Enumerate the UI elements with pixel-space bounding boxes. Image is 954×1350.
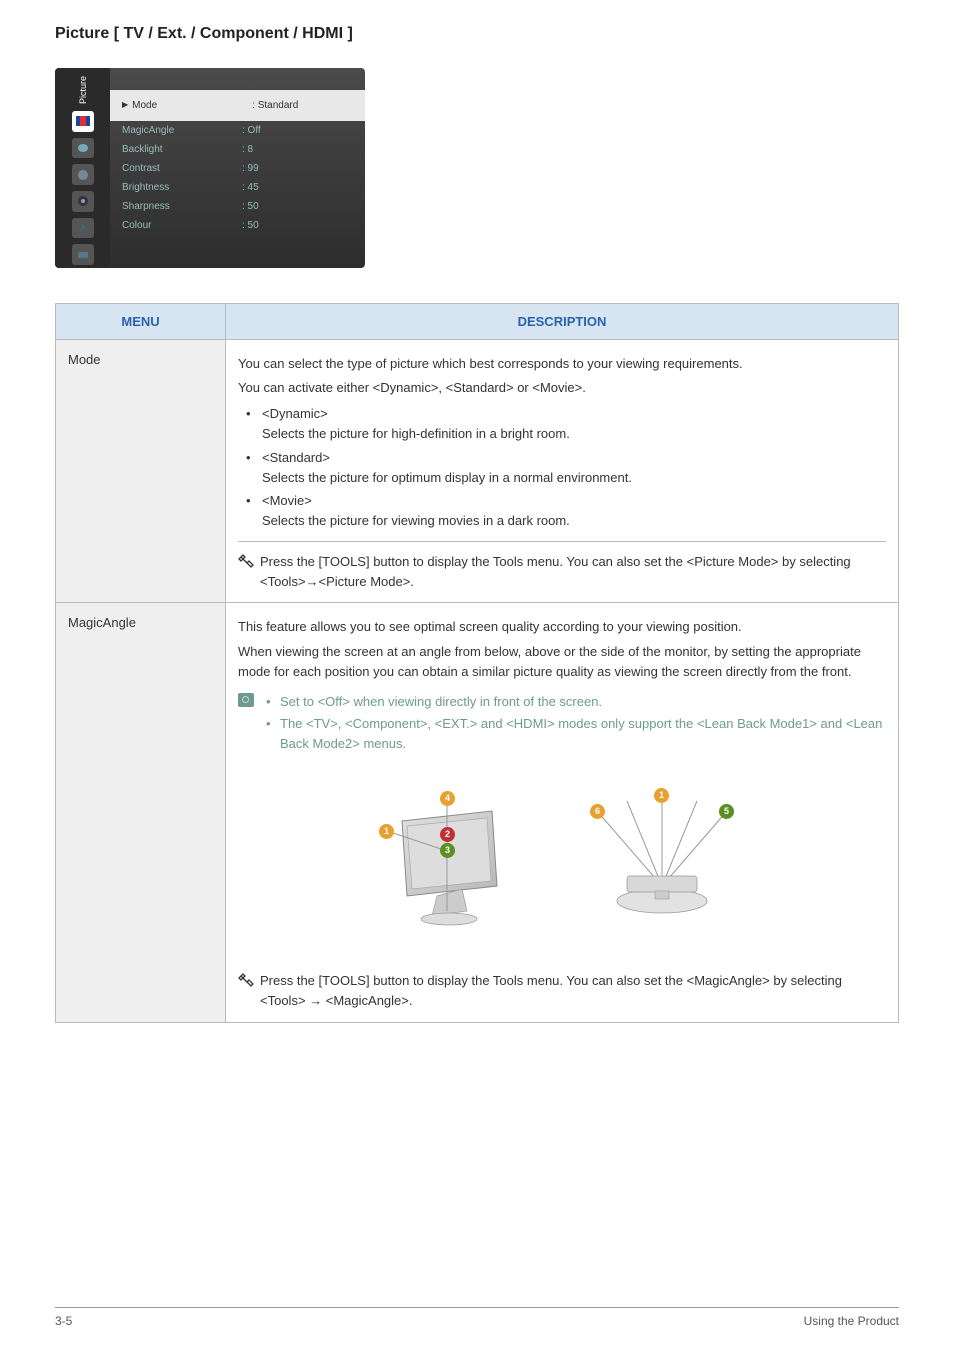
tools-icon — [238, 554, 254, 570]
tools-note: Press the [TOOLS] button to display the … — [238, 971, 886, 1011]
magic-p1: This feature allows you to see optimal s… — [238, 617, 886, 637]
osd-tab-icon — [72, 138, 94, 159]
desc-cell-magicangle: This feature allows you to see optimal s… — [226, 603, 899, 1022]
osd-row-label: Mode — [132, 100, 252, 111]
note-icon — [238, 693, 254, 707]
osd-row-label: Brightness — [122, 182, 242, 193]
note-list: Set to <Off> when viewing directly in fr… — [264, 690, 886, 756]
tools-note-text: Press the [TOOLS] button to display the … — [260, 971, 886, 1011]
osd-row-value: : 45 — [242, 182, 259, 193]
osd-sidebar-label: Picture — [78, 76, 88, 104]
osd-row: Colour : 50 — [110, 216, 365, 235]
osd-tab-icon — [72, 164, 94, 185]
osd-row-label: Contrast — [122, 163, 242, 174]
table-header-description: DESCRIPTION — [226, 304, 899, 340]
tools-icon — [238, 973, 254, 989]
osd-row: MagicAngle : Off — [110, 121, 365, 140]
osd-row: Contrast : 99 — [110, 159, 365, 178]
osd-row-label: MagicAngle — [122, 125, 242, 136]
osd-row-value: : Off — [242, 125, 261, 136]
mode-intro-2: You can activate either <Dynamic>, <Stan… — [238, 378, 886, 398]
page-title: Picture [ TV / Ext. / Component / HDMI ] — [55, 25, 899, 43]
osd-screenshot: Picture ▶ Mode : Standard MagicAngle : O… — [55, 68, 365, 268]
mode-option-desc: Selects the picture for optimum display … — [262, 470, 632, 485]
osd-row-value: : 50 — [242, 201, 259, 212]
osd-row-label: Sharpness — [122, 201, 242, 212]
osd-row-value: : Standard — [252, 100, 298, 111]
osd-row: Sharpness : 50 — [110, 197, 365, 216]
note-block: Set to <Off> when viewing directly in fr… — [238, 690, 886, 756]
osd-tab-icon — [72, 244, 94, 265]
osd-row: Backlight : 8 — [110, 140, 365, 159]
menu-cell-magicangle: MagicAngle — [56, 603, 226, 1022]
magic-p2: When viewing the screen at an angle from… — [238, 642, 886, 682]
osd-row: Brightness : 45 — [110, 178, 365, 197]
osd-tab-picture-icon — [72, 111, 94, 132]
mode-option-desc: Selects the picture for high-definition … — [262, 426, 570, 441]
list-item: <Standard> Selects the picture for optim… — [244, 448, 886, 488]
osd-row-mode: ▶ Mode : Standard — [110, 90, 365, 121]
osd-row-label: Backlight — [122, 144, 242, 155]
note-item: Set to <Off> when viewing directly in fr… — [264, 692, 886, 712]
footer-right: Using the Product — [804, 1314, 899, 1328]
osd-row-value: : 99 — [242, 163, 259, 174]
list-item: <Movie> Selects the picture for viewing … — [244, 491, 886, 531]
osd-row-value: : 8 — [242, 144, 253, 155]
table-header-menu: MENU — [56, 304, 226, 340]
mode-option-desc: Selects the picture for viewing movies i… — [262, 513, 570, 528]
mode-option-list: <Dynamic> Selects the picture for high-d… — [238, 404, 886, 531]
osd-content: ▶ Mode : Standard MagicAngle : Off Backl… — [110, 68, 365, 268]
mode-option-title: <Standard> — [262, 450, 330, 465]
osd-tab-icon — [72, 191, 94, 212]
play-marker-icon: ▶ — [122, 100, 128, 111]
description-table: MENU DESCRIPTION Mode You can select the… — [55, 303, 899, 1023]
osd-tab-icon — [72, 218, 94, 239]
mode-option-title: <Movie> — [262, 493, 312, 508]
diagram-monitor-front — [377, 791, 517, 931]
tools-note: Press the [TOOLS] button to display the … — [238, 552, 886, 592]
osd-row-label: Colour — [122, 220, 242, 231]
magicangle-diagram: 4 1 2 3 — [238, 776, 886, 946]
footer-left: 3-5 — [55, 1314, 72, 1328]
tools-note-text: Press the [TOOLS] button to display the … — [260, 552, 886, 592]
desc-cell-mode: You can select the type of picture which… — [226, 340, 899, 603]
list-item: <Dynamic> Selects the picture for high-d… — [244, 404, 886, 444]
mode-option-title: <Dynamic> — [262, 406, 328, 421]
page-footer: 3-5 Using the Product — [55, 1307, 899, 1328]
mode-intro-1: You can select the type of picture which… — [238, 354, 886, 374]
osd-row-value: : 50 — [242, 220, 259, 231]
menu-cell-mode: Mode — [56, 340, 226, 603]
note-item: The <TV>, <Component>, <EXT.> and <HDMI>… — [264, 714, 886, 754]
osd-sidebar: Picture — [55, 68, 110, 268]
